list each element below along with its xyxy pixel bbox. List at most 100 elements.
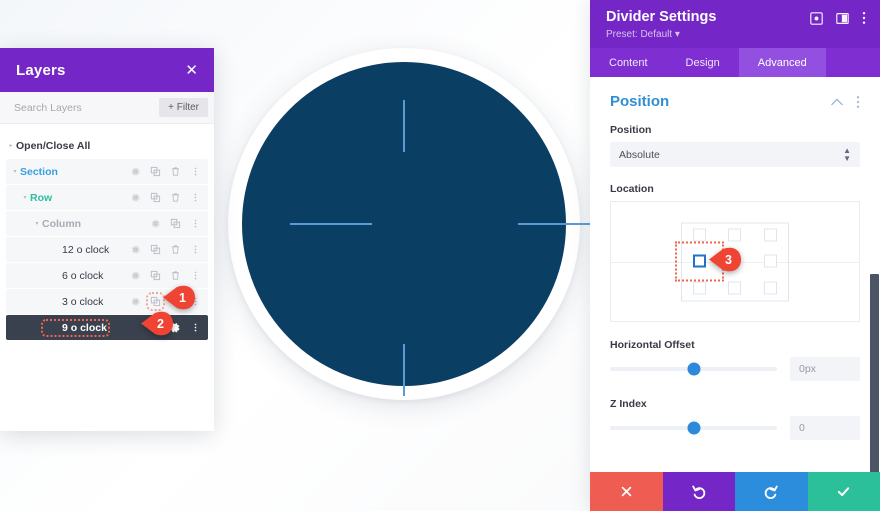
gear-icon[interactable] <box>130 166 141 177</box>
callout-pin-1: 1 <box>162 284 196 311</box>
divider-3-o-clock[interactable] <box>518 223 596 225</box>
chevron-down-icon[interactable]: ▾ <box>20 194 30 201</box>
chevron-updown-icon: ▲ ▼ <box>843 145 851 163</box>
vertical-dots-icon[interactable] <box>856 95 860 109</box>
section-header-icons <box>831 95 860 109</box>
layers-tree: ▸ Open/Close All ▾ Section ▾ Row ▾ Colum… <box>0 124 214 431</box>
location-cell-top-right[interactable] <box>753 223 788 249</box>
section-title: Position <box>610 93 670 110</box>
layer-row-12-o-clock[interactable]: 12 o clock <box>6 237 208 262</box>
layer-label: Section <box>20 165 58 178</box>
layer-label: Row <box>30 191 53 204</box>
divider-9-o-clock[interactable] <box>290 223 372 225</box>
layer-label: Column <box>42 217 82 230</box>
settings-scrollbar[interactable] <box>870 274 879 472</box>
z-index-slider[interactable] <box>610 421 777 435</box>
open-close-all-row[interactable]: ▸ Open/Close All <box>6 133 208 158</box>
layer-label: 9 o clock <box>41 318 110 337</box>
preset-selector[interactable]: Preset: Default ▾ <box>606 29 866 40</box>
duplicate-icon[interactable] <box>150 244 161 255</box>
cancel-button[interactable] <box>590 472 663 511</box>
clock-graphic <box>228 48 596 400</box>
search-input[interactable] <box>14 101 134 114</box>
horizontal-offset-value[interactable]: 0px <box>790 357 860 381</box>
location-box-selected <box>692 254 706 268</box>
tab-content[interactable]: Content <box>590 48 667 77</box>
vertical-dots-icon[interactable] <box>190 244 201 255</box>
chevron-down-icon[interactable]: ▾ <box>10 168 20 175</box>
undo-button[interactable] <box>662 472 735 511</box>
location-cell-bottom-left[interactable] <box>682 274 717 300</box>
location-cell-bottom-center[interactable] <box>717 274 752 300</box>
location-box <box>764 254 778 268</box>
duplicate-icon[interactable] <box>150 166 161 177</box>
duplicate-icon[interactable] <box>150 270 161 281</box>
trash-icon[interactable] <box>170 192 181 203</box>
redo-icon <box>764 485 778 499</box>
layer-row-row[interactable]: ▾ Row <box>6 185 208 210</box>
callout-pin-2: 2 <box>140 310 174 337</box>
chevron-right-icon: ▸ <box>9 143 13 149</box>
tab-design[interactable]: Design <box>667 48 739 77</box>
filter-button[interactable]: + Filter <box>159 98 208 117</box>
location-cell-bottom-right[interactable] <box>753 274 788 300</box>
layers-panel: Layers ✕ + Filter ▸ Open/Close All ▾ Sec… <box>0 48 214 431</box>
gear-icon[interactable] <box>130 270 141 281</box>
location-box <box>764 228 778 242</box>
layers-panel-title: Layers <box>16 61 66 79</box>
location-cell-top-center[interactable] <box>717 223 752 249</box>
settings-panel-title: Divider Settings <box>606 9 717 25</box>
app-window: Layers ✕ + Filter ▸ Open/Close All ▾ Sec… <box>0 0 880 511</box>
tab-advanced[interactable]: Advanced <box>738 48 826 77</box>
position-field-label: Position <box>610 124 652 136</box>
divider-6-o-clock[interactable] <box>403 344 405 396</box>
vertical-dots-icon[interactable] <box>190 166 201 177</box>
gear-icon[interactable] <box>130 244 141 255</box>
vertical-dots-icon[interactable] <box>862 11 866 25</box>
position-select[interactable]: Absolute ▲ ▼ <box>610 142 860 167</box>
save-button[interactable] <box>807 472 880 511</box>
callout-number: 2 <box>157 316 164 331</box>
chevron-up-icon[interactable] <box>831 97 843 106</box>
trash-icon[interactable] <box>170 166 181 177</box>
slider-knob[interactable] <box>687 362 700 376</box>
trash-icon[interactable] <box>170 270 181 281</box>
z-index-value[interactable]: 0 <box>790 416 860 440</box>
vertical-dots-icon[interactable] <box>190 192 201 203</box>
redo-button[interactable] <box>735 472 808 511</box>
layer-row-actions <box>130 270 208 281</box>
z-index-row: 0 <box>610 416 860 440</box>
callout-number: 3 <box>725 252 732 267</box>
layers-panel-header: Layers ✕ <box>0 48 214 92</box>
location-cell-top-left[interactable] <box>682 223 717 249</box>
close-icon <box>621 486 632 497</box>
layer-row-column[interactable]: ▾ Column <box>6 211 208 236</box>
slider-knob[interactable] <box>687 421 700 435</box>
gear-icon[interactable] <box>150 218 161 229</box>
gear-icon[interactable] <box>130 296 141 307</box>
duplicate-icon[interactable] <box>170 218 181 229</box>
settings-action-bar <box>590 472 880 511</box>
duplicate-icon[interactable] <box>150 192 161 203</box>
vertical-dots-icon[interactable] <box>190 322 201 333</box>
layer-row-9-o-clock[interactable]: 9 o clock <box>6 315 208 340</box>
settings-header-icons <box>810 9 866 25</box>
focus-icon[interactable] <box>810 11 823 25</box>
vertical-dots-icon[interactable] <box>190 218 201 229</box>
position-select-value: Absolute <box>619 148 660 161</box>
duplicate-icon[interactable] <box>146 292 165 311</box>
settings-tabs: Content Design Advanced <box>590 48 880 77</box>
divider-12-o-clock[interactable] <box>403 100 405 152</box>
layout-icon[interactable] <box>836 12 849 25</box>
location-box <box>764 281 778 295</box>
location-cell-middle-right[interactable] <box>753 249 788 275</box>
gear-icon[interactable] <box>130 192 141 203</box>
layer-row-actions <box>130 192 208 203</box>
layer-row-section[interactable]: ▾ Section <box>6 159 208 184</box>
trash-icon[interactable] <box>170 244 181 255</box>
location-box <box>692 228 706 242</box>
close-icon[interactable]: ✕ <box>185 63 198 78</box>
chevron-down-icon[interactable]: ▾ <box>32 220 42 227</box>
horizontal-offset-slider[interactable] <box>610 362 777 376</box>
vertical-dots-icon[interactable] <box>190 270 201 281</box>
